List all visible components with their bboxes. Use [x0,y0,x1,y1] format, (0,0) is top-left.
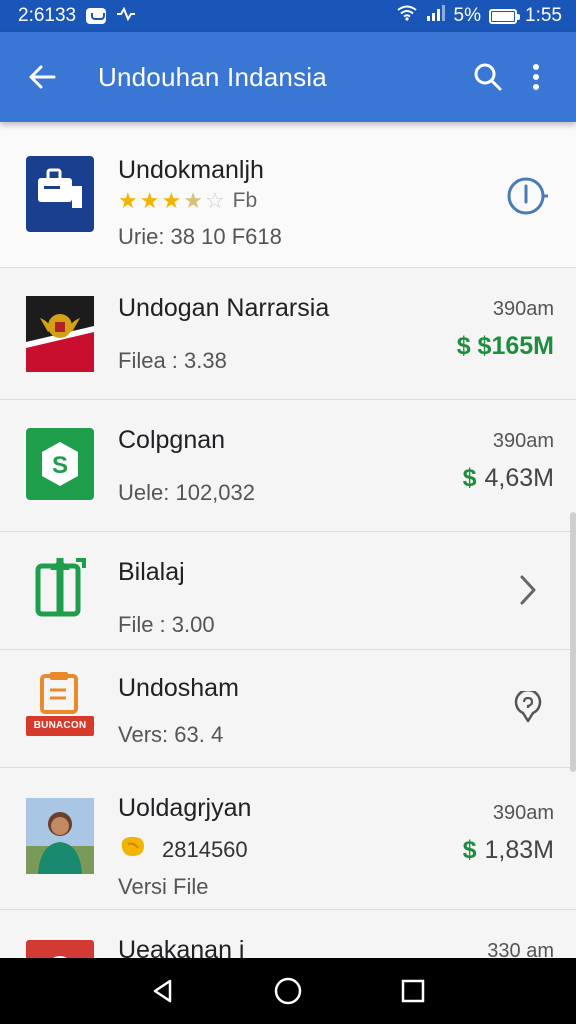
chevron-right-icon[interactable] [504,566,552,614]
badge-row: 2814560 [118,834,248,865]
item-subtitle: Uele: 102,032 [118,480,255,505]
page-title: Undouhan Indansia [98,61,327,92]
download-list[interactable]: Undokmanljh ★ ★ ★ ★ ☆ Fb Urie: 38 10 F61… [0,122,576,958]
garuda-flag-icon [26,296,94,372]
item-time: 390am [492,430,554,452]
item-subtitle: Vers: 63. 4 [118,722,224,747]
price-value: 4,63M [484,464,554,492]
item-name: Undosham [118,674,239,702]
message-icon [86,8,107,24]
orange-doc-badge-icon: BUNACON [26,670,94,746]
list-item[interactable]: Bilalaj File : 3.00 [0,532,576,650]
item-name: Undokmanljh [118,156,264,184]
svg-text:S: S [52,452,68,479]
item-subtitle: Filea : 3.38 [118,348,227,373]
item-price: $4,63M [463,464,554,493]
item-name: Ueakanan i [118,936,245,958]
battery-icon [489,8,521,24]
item-subtitle: File : 3.00 [118,612,215,637]
person-photo-avatar [26,798,94,874]
item-price: $1,83M [463,836,554,865]
info-icon[interactable] [504,172,552,220]
item-name: Bilalaj [118,558,185,586]
battery-percent: 5% [453,5,482,26]
arrow-back-icon[interactable] [20,55,64,99]
cell-signal-icon [426,5,446,27]
more-vert-icon[interactable] [512,53,560,101]
red-app-icon [26,940,94,958]
item-name: Uoldagrjyan [118,794,252,822]
list-item[interactable]: Ueakanan i 330 am [0,910,576,958]
status-bar: 2:6133 5% 1:55 [0,0,576,32]
wifi-icon [396,5,418,27]
status-time-left: 2:6133 [18,5,77,26]
document-app-icon [26,156,94,232]
item-name: Undogan Narrarsia [118,294,330,322]
dollar-sign: $ [462,464,477,492]
badge-number: 2814560 [162,836,248,862]
dollar-sign: $ [462,836,477,864]
list-item[interactable]: S Colpgnan Uele: 102,032 390am $4,63M [0,400,576,532]
nav-recents-icon[interactable] [388,966,438,1016]
rating-stars: ★ ★ ★ ★ ☆ Fb [118,188,257,214]
scrollbar[interactable] [570,512,576,772]
signal-activity-icon [116,6,136,26]
list-item[interactable]: BUNACON Undosham Vers: 63. 4 [0,650,576,768]
gold-badge-icon [118,834,148,865]
price-value: 1,83M [484,836,554,864]
item-time: 390am [492,802,554,824]
status-time-right: 1:55 [525,5,562,26]
item-subtitle: Versi File [118,874,209,899]
empty-star-icon: ☆ [204,188,225,213]
list-item[interactable]: Undokmanljh ★ ★ ★ ★ ☆ Fb Urie: 38 10 F61… [0,122,576,268]
nav-home-icon[interactable] [263,966,313,1016]
list-item[interactable]: Undogan Narrarsia Filea : 3.38 390am $ $… [0,268,576,400]
item-name: Colpgnan [118,426,226,454]
star-icon: ★ [139,188,160,213]
nav-back-icon[interactable] [138,966,188,1016]
item-time: 390am [492,298,554,320]
app-bar: Undouhan Indansia [0,32,576,122]
icon-badge-label: BUNACON [33,720,87,731]
green-refresh-doc-icon [26,552,94,628]
half-star-icon: ★ [183,188,203,213]
rating-text: Fb [232,189,258,212]
star-icon: ★ [161,188,182,213]
item-subtitle: Urie: 38 10 F618 [118,224,282,249]
star-icon: ★ [118,188,138,213]
item-price: $ $165M [456,332,554,360]
list-item[interactable]: Uoldagrjyan 2814560 Versi File 390am $1,… [0,768,576,910]
item-time: 330 am [487,940,554,958]
search-icon[interactable] [464,53,512,101]
system-nav-bar [0,958,576,1024]
green-s-app-icon: S [26,428,94,504]
help-bubble-icon[interactable] [504,684,552,732]
